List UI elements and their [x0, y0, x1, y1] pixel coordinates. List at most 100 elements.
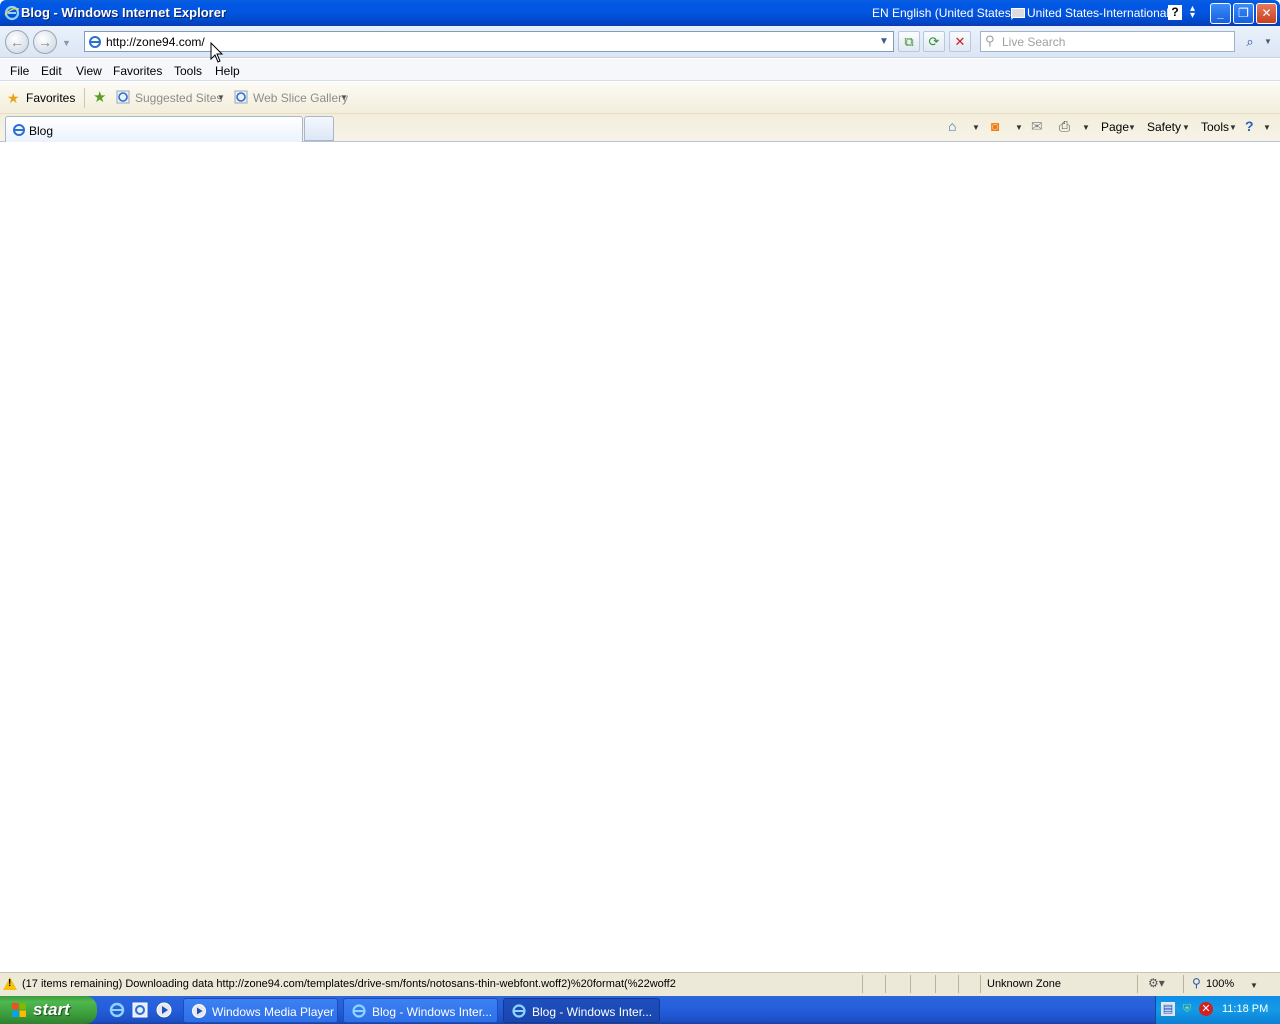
quicklaunch-media-player-icon[interactable]	[155, 1001, 173, 1019]
tab-blog[interactable]: Blog	[5, 116, 303, 143]
window-titlebar[interactable]: Blog - Windows Internet Explorer EN Engl…	[0, 0, 1280, 26]
compatibility-view-icon[interactable]: ⧉	[898, 31, 920, 52]
taskbar: start Windows Media Player Blog - Window…	[0, 996, 1280, 1024]
favorites-bar: ★ Favorites ★ Suggested Sites ▼ Web Slic…	[0, 82, 1280, 114]
refresh-icon[interactable]: ⟳	[923, 31, 945, 52]
menu-favorites[interactable]: Favorites	[113, 64, 162, 78]
page-menu[interactable]: Page	[1101, 120, 1129, 134]
media-player-icon	[192, 1004, 206, 1018]
zoom-icon[interactable]: ⚲	[1192, 976, 1201, 990]
tab-title: Blog	[29, 124, 54, 138]
navigation-bar: ← → ▼ ▼ ⧉ ⟳ ✕ ⚲ ⌕ ▼	[0, 26, 1280, 58]
system-tray: ▤ ⛨ ✕ 11:18 PM	[1155, 996, 1280, 1024]
task-label: Blog - Windows Inter...	[532, 1005, 653, 1019]
new-tab-button[interactable]	[304, 116, 334, 141]
clock: 11:18 PM	[1222, 1003, 1269, 1015]
menu-tools[interactable]: Tools	[174, 64, 202, 78]
security-alert-icon[interactable]: ✕	[1199, 1002, 1213, 1016]
address-dropdown-chevron-icon[interactable]: ▼	[876, 33, 892, 50]
protected-mode-icon[interactable]: ⚙▾	[1148, 976, 1165, 990]
status-divider	[958, 975, 959, 993]
web-slice-gallery-link[interactable]: Web Slice Gallery	[253, 91, 348, 105]
tools-menu[interactable]: Tools	[1201, 120, 1229, 134]
status-bar: ! (17 items remaining) Downloading data …	[0, 972, 1280, 996]
status-divider	[1183, 975, 1184, 993]
warning-mark: !	[8, 978, 12, 989]
suggested-sites-icon	[116, 90, 130, 104]
back-arrow-icon[interactable]: ←	[5, 30, 29, 54]
search-options-chevron-icon[interactable]: ▼	[1262, 31, 1274, 52]
zoom-chevron-icon[interactable]: ▼	[1250, 981, 1258, 990]
task-blog-ie-1[interactable]: Blog - Windows Inter...	[343, 998, 498, 1023]
recent-pages-chevron-icon[interactable]: ▼	[62, 38, 71, 48]
menu-view[interactable]: View	[76, 64, 102, 78]
status-divider	[862, 975, 863, 993]
menu-bar: File Edit View Favorites Tools Help	[0, 59, 1280, 81]
task-windows-media-player[interactable]: Windows Media Player	[183, 998, 338, 1023]
favorites-star-icon[interactable]: ★	[7, 90, 20, 107]
zoom-level[interactable]: 100%	[1206, 978, 1234, 990]
langbar-options-icon[interactable]: ▴ ▾	[1190, 4, 1195, 21]
status-divider	[935, 975, 936, 993]
safety-menu[interactable]: Safety	[1147, 120, 1181, 134]
page-chevron-icon[interactable]: ▼	[1128, 123, 1136, 132]
status-text: (17 items remaining) Downloading data ht…	[22, 978, 676, 990]
tab-ie-icon	[13, 124, 25, 136]
start-label: start	[33, 1000, 70, 1019]
home-chevron-icon[interactable]: ▼	[972, 123, 980, 132]
menu-edit[interactable]: Edit	[41, 64, 62, 78]
menu-file[interactable]: File	[10, 64, 29, 78]
stop-icon[interactable]: ✕	[949, 31, 971, 52]
suggested-sites-link[interactable]: Suggested Sites	[135, 91, 222, 105]
feeds-icon[interactable]: ◙	[991, 118, 999, 134]
safety-chevron-icon[interactable]: ▼	[1182, 123, 1190, 132]
keyboard-icon	[1011, 8, 1025, 18]
start-button[interactable]: start	[0, 996, 97, 1024]
web-slice-gallery-chevron-icon[interactable]: ▼	[340, 93, 348, 102]
page-content[interactable]	[0, 142, 1280, 972]
web-slice-gallery-icon	[234, 90, 248, 104]
print-chevron-icon[interactable]: ▼	[1082, 123, 1090, 132]
keyboard-layout[interactable]: United States-International	[1027, 6, 1169, 20]
task-label: Blog - Windows Inter...	[372, 1005, 493, 1019]
help-chevron-icon[interactable]: ▼	[1263, 123, 1271, 132]
search-input[interactable]	[1002, 34, 1227, 49]
task-label: Windows Media Player	[212, 1005, 335, 1019]
suggested-sites-chevron-icon[interactable]: ▼	[217, 93, 225, 102]
search-button-magnifier-icon[interactable]: ⌕	[1239, 31, 1261, 52]
ie-task-icon	[512, 1004, 526, 1018]
tab-row: Blog ⌂ ▼ ◙ ▼ ✉ ⎙ ▼ Page ▼ Safety ▼ Tools…	[0, 114, 1280, 143]
search-provider-icon: ⚲	[985, 33, 995, 48]
langbar-help-icon[interactable]: ?	[1168, 5, 1182, 20]
home-icon[interactable]: ⌂	[948, 118, 956, 134]
network-icon[interactable]: ▤	[1161, 1002, 1175, 1016]
status-divider	[980, 975, 981, 993]
status-divider	[1137, 975, 1138, 993]
windows-logo-icon	[12, 1003, 26, 1017]
language-indicator[interactable]: EN English (United States)	[872, 6, 1015, 20]
add-to-favorites-bar-icon[interactable]: ★	[93, 88, 106, 106]
search-box[interactable]: ⚲	[980, 31, 1235, 52]
quicklaunch-ie-icon[interactable]	[108, 1001, 126, 1019]
status-divider	[910, 975, 911, 993]
security-zone[interactable]: Unknown Zone	[987, 978, 1061, 990]
status-divider	[885, 975, 886, 993]
help-icon[interactable]: ?	[1245, 118, 1254, 134]
ie-task-icon	[352, 1004, 366, 1018]
minimize-button[interactable]: _	[1210, 3, 1231, 24]
security-center-icon[interactable]: ⛨	[1180, 1002, 1194, 1016]
read-mail-icon[interactable]: ✉	[1031, 118, 1043, 135]
task-blog-ie-2[interactable]: Blog - Windows Inter...	[503, 998, 660, 1023]
quicklaunch-ie-alt-icon[interactable]	[131, 1001, 149, 1019]
favorites-button[interactable]: Favorites	[26, 91, 75, 105]
menu-help[interactable]: Help	[215, 64, 240, 78]
forward-arrow-icon[interactable]: →	[33, 30, 57, 54]
window-title: Blog - Windows Internet Explorer	[21, 5, 227, 20]
address-bar[interactable]: ▼	[84, 31, 894, 52]
restore-button[interactable]: ❐	[1233, 3, 1254, 24]
feeds-chevron-icon[interactable]: ▼	[1015, 123, 1023, 132]
print-icon[interactable]: ⎙	[1059, 118, 1070, 135]
ie-logo-icon	[4, 5, 20, 21]
tools-chevron-icon[interactable]: ▼	[1229, 123, 1237, 132]
close-button[interactable]: ✕	[1256, 3, 1277, 24]
